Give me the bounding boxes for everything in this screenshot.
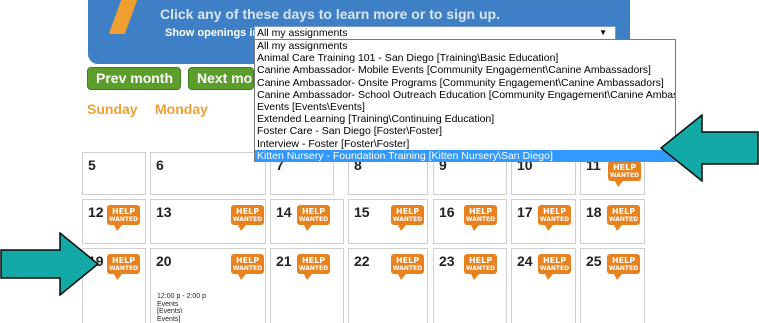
day-number: 18 xyxy=(586,204,602,220)
calendar-day-14[interactable]: 14 HELP WANTED xyxy=(270,199,344,244)
day-number: 14 xyxy=(276,204,292,220)
calendar-day-18[interactable]: 18 HELP WANTED xyxy=(580,199,645,244)
dropdown-option[interactable]: Canine Ambassador- School Outreach Educa… xyxy=(255,89,675,101)
calendar-day-5[interactable]: 5 xyxy=(82,152,146,195)
day-number: 5 xyxy=(88,157,96,173)
event-time: 12:00 p - 2:00 p xyxy=(157,293,207,300)
help-wanted-badge[interactable]: HELP WANTED xyxy=(391,254,424,280)
help-wanted-badge[interactable]: HELP WANTED xyxy=(607,205,640,231)
dropdown-option[interactable]: Canine Ambassador- Mobile Events [Commun… xyxy=(255,64,675,76)
help-wanted-badge[interactable]: HELP WANTED xyxy=(231,205,264,231)
calendar-day-25[interactable]: 25 HELP WANTED xyxy=(580,248,645,323)
next-month-button[interactable]: Next mo xyxy=(188,67,254,90)
event-entry[interactable]: 12:00 p - 2:00 p Events [Events\ Events] xyxy=(157,293,206,323)
calendar-day-24[interactable]: 24 HELP WANTED xyxy=(511,248,576,323)
day-number: 24 xyxy=(517,253,533,269)
assignment-dropdown-list[interactable]: All my assignments Animal Care Training … xyxy=(254,39,676,162)
dropdown-option[interactable]: Events [Events\Events] xyxy=(255,101,675,113)
day-number: 20 xyxy=(156,253,172,269)
dropdown-option[interactable]: Extended Learning [Training\Continuing E… xyxy=(255,113,675,125)
day-number: 12 xyxy=(88,204,104,220)
calendar-day-20[interactable]: 20 HELP WANTED 12:00 p - 2:00 p Events [E… xyxy=(150,248,266,323)
calendar-day-15[interactable]: 15 HELP WANTED xyxy=(348,199,428,244)
day-number: 22 xyxy=(354,253,370,269)
calendar-day-13[interactable]: 13 HELP WANTED xyxy=(150,199,266,244)
calendar-day-17[interactable]: 17 HELP WANTED xyxy=(511,199,576,244)
dropdown-option[interactable]: Animal Care Training 101 - San Diego [Tr… xyxy=(255,52,675,64)
day-name-sunday: Sunday xyxy=(87,101,138,117)
calendar-day-16[interactable]: 16 HELP WANTED xyxy=(433,199,507,244)
help-wanted-badge[interactable]: HELP WANTED xyxy=(464,254,497,280)
assignment-select[interactable]: All my assignments ▼ xyxy=(254,26,616,40)
day-number: 16 xyxy=(439,204,455,220)
day-number: 17 xyxy=(517,204,533,220)
day-number: 21 xyxy=(276,253,292,269)
prev-month-button[interactable]: Prev month xyxy=(87,67,181,90)
show-openings-label: Show openings in xyxy=(165,27,260,39)
dropdown-option[interactable]: Canine Ambassador- Onsite Programs [Comm… xyxy=(255,77,675,89)
calendar-day-6[interactable]: 6 xyxy=(150,152,266,195)
day-number: 23 xyxy=(439,253,455,269)
help-wanted-badge[interactable]: HELP WANTED xyxy=(297,254,330,280)
day-number: 15 xyxy=(354,204,370,220)
help-wanted-badge[interactable]: HELP WANTED xyxy=(464,205,497,231)
dropdown-option[interactable]: Foster Care - San Diego [Foster\Foster] xyxy=(255,125,675,137)
event-title: Events xyxy=(157,300,179,308)
day-number: 25 xyxy=(586,253,602,269)
dropdown-option-highlighted[interactable]: Kitten Nursery - Foundation Training [Ki… xyxy=(255,149,675,162)
day-name-monday: Monday xyxy=(155,101,208,117)
help-wanted-badge[interactable]: HELP WANTED xyxy=(231,254,264,280)
help-wanted-badge[interactable]: HELP WANTED xyxy=(538,205,571,231)
help-wanted-badge[interactable]: HELP WANTED xyxy=(538,254,571,280)
arrow-right-icon xyxy=(0,232,100,296)
help-wanted-badge[interactable]: HELP WANTED xyxy=(107,205,140,231)
dropdown-option[interactable]: All my assignments xyxy=(255,40,675,52)
banner-instruction-text: Click any of these days to learn more or… xyxy=(160,6,500,22)
dropdown-option[interactable]: Interview - Foster [Foster\Foster] xyxy=(255,138,675,150)
help-wanted-badge[interactable]: HELP WANTED xyxy=(297,205,330,231)
calendar-day-22[interactable]: 22 HELP WANTED xyxy=(348,248,428,323)
day-number: 6 xyxy=(156,157,164,173)
day-number: 13 xyxy=(156,204,172,220)
help-wanted-badge[interactable]: HELP WANTED xyxy=(391,205,424,231)
event-category-end: Events] xyxy=(157,315,181,323)
event-category: [Events\ xyxy=(157,308,183,315)
chevron-down-icon[interactable]: ▼ xyxy=(599,27,607,39)
help-wanted-badge[interactable]: HELP WANTED xyxy=(608,161,641,187)
help-wanted-badge[interactable]: HELP WANTED xyxy=(107,254,140,280)
assignment-select-value: All my assignments xyxy=(257,27,348,39)
arrow-left-icon xyxy=(660,114,759,182)
calendar-day-21[interactable]: 21 HELP WANTED xyxy=(270,248,344,323)
calendar-day-23[interactable]: 23 HELP WANTED xyxy=(433,248,507,323)
help-wanted-badge[interactable]: HELP WANTED xyxy=(607,254,640,280)
